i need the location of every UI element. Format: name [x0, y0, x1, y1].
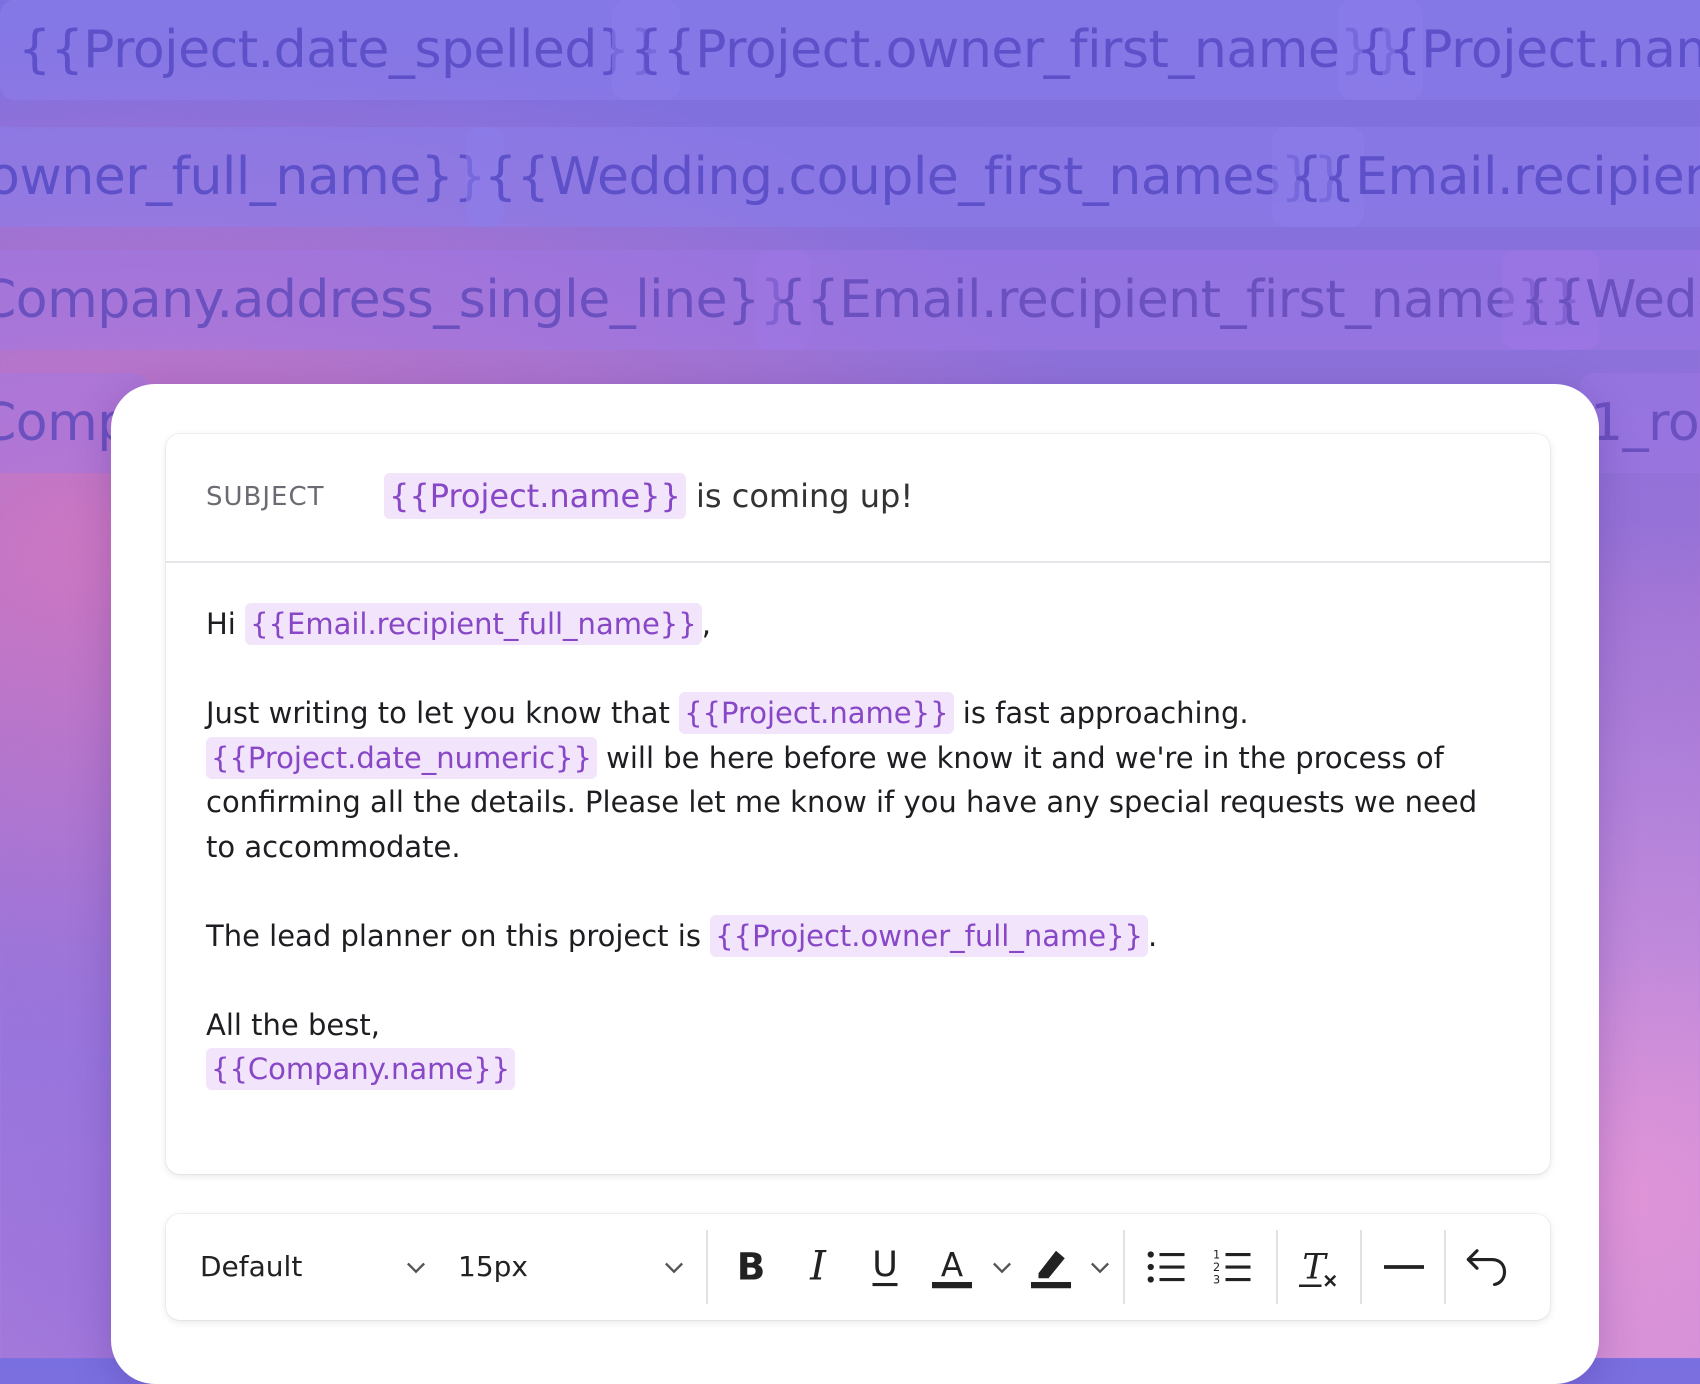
- svg-text:3: 3: [1213, 1273, 1220, 1286]
- subject-text: is coming up!: [696, 477, 914, 515]
- background-token: Company.address_single_line}}: [0, 250, 811, 350]
- svg-text:A: A: [941, 1246, 963, 1284]
- background-token: {{Project.date_spelled}}: [0, 0, 681, 100]
- bullet-list-icon[interactable]: [1142, 1238, 1192, 1296]
- background-token: owner_full_name}}: [0, 127, 504, 227]
- bold-icon[interactable]: B: [726, 1238, 776, 1296]
- text-color-icon[interactable]: A: [927, 1238, 977, 1296]
- chevron-down-icon[interactable]: [988, 1253, 1016, 1281]
- highlight-icon[interactable]: [1026, 1238, 1076, 1296]
- italic-icon[interactable]: I: [793, 1238, 843, 1296]
- background-token: {{Project.owner_first_name}}: [612, 0, 1423, 100]
- formatting-toolbar: Default 15px B I U A 1 2 3 T: [166, 1214, 1550, 1320]
- email-body[interactable]: Hi {{Email.recipient_full_name}}, Just w…: [206, 602, 1506, 1092]
- svg-text:B: B: [737, 1245, 766, 1289]
- svg-text:U: U: [872, 1245, 898, 1285]
- background-token-row-3: Company.address_single_line}} {{Email.re…: [0, 250, 1700, 352]
- clear-format-icon[interactable]: T: [1294, 1238, 1344, 1296]
- underline-icon[interactable]: U: [860, 1238, 910, 1296]
- variable-token[interactable]: {{Project.owner_full_name}}: [710, 914, 1148, 957]
- email-editor: SUBJECT {{Project.name}} is coming up! H…: [166, 434, 1550, 1174]
- chevron-down-icon[interactable]: [1086, 1253, 1114, 1281]
- variable-token[interactable]: {{Email.recipient_full_name}}: [245, 603, 702, 645]
- subject-row[interactable]: SUBJECT {{Project.name}} is coming up!: [166, 434, 1550, 563]
- toolbar-divider: [706, 1230, 708, 1304]
- toolbar-divider: [1444, 1230, 1446, 1304]
- background-token: {{Project.name: [1338, 0, 1700, 100]
- font-size-value: 15px: [458, 1250, 528, 1283]
- numbered-list-icon[interactable]: 1 2 3: [1208, 1238, 1258, 1296]
- svg-text:T: T: [1302, 1247, 1328, 1287]
- undo-icon[interactable]: [1462, 1238, 1512, 1296]
- toolbar-divider: [1123, 1230, 1125, 1304]
- variable-token[interactable]: {{Project.name}}: [679, 692, 954, 734]
- font-family-value: Default: [200, 1250, 303, 1283]
- toolbar-divider: [1360, 1230, 1362, 1304]
- svg-text:I: I: [809, 1244, 827, 1290]
- background-token: {{Email.recipient_first_name}}: [756, 250, 1600, 350]
- variable-token[interactable]: {{Company.name}}: [206, 1048, 516, 1090]
- subject-label: SUBJECT: [206, 482, 325, 512]
- background-token: {{Weddi: [1502, 250, 1700, 350]
- background-token: {{Wedding.couple_first_names}}: [466, 127, 1364, 227]
- body-paragraph: Just writing to let you know that {{Proj…: [206, 691, 1506, 869]
- background-token-row-1: {{Project.date_spelled}} {{Project.owner…: [0, 0, 1700, 102]
- background-token-row-2: owner_full_name}} {{Wedding.couple_first…: [0, 127, 1700, 229]
- background-token: {{Email.recipient_: [1272, 127, 1700, 227]
- variable-token[interactable]: {{Project.name}}: [384, 473, 686, 519]
- subject-field[interactable]: {{Project.name}} is coming up!: [384, 472, 913, 520]
- chevron-down-icon[interactable]: [660, 1253, 688, 1281]
- variable-token[interactable]: {{Project.date_numeric}}: [206, 736, 597, 779]
- signoff: All the best, {{Company.name}}: [206, 1003, 1506, 1092]
- toolbar-divider: [1276, 1230, 1278, 1304]
- greeting-line: Hi {{Email.recipient_full_name}},: [206, 602, 1506, 647]
- body-paragraph: The lead planner on this project is {{Pr…: [206, 914, 1506, 959]
- chevron-down-icon[interactable]: [402, 1253, 430, 1281]
- svg-text:2: 2: [1213, 1261, 1220, 1274]
- horizontal-rule-icon[interactable]: [1379, 1238, 1429, 1296]
- svg-text:1: 1: [1213, 1248, 1220, 1261]
